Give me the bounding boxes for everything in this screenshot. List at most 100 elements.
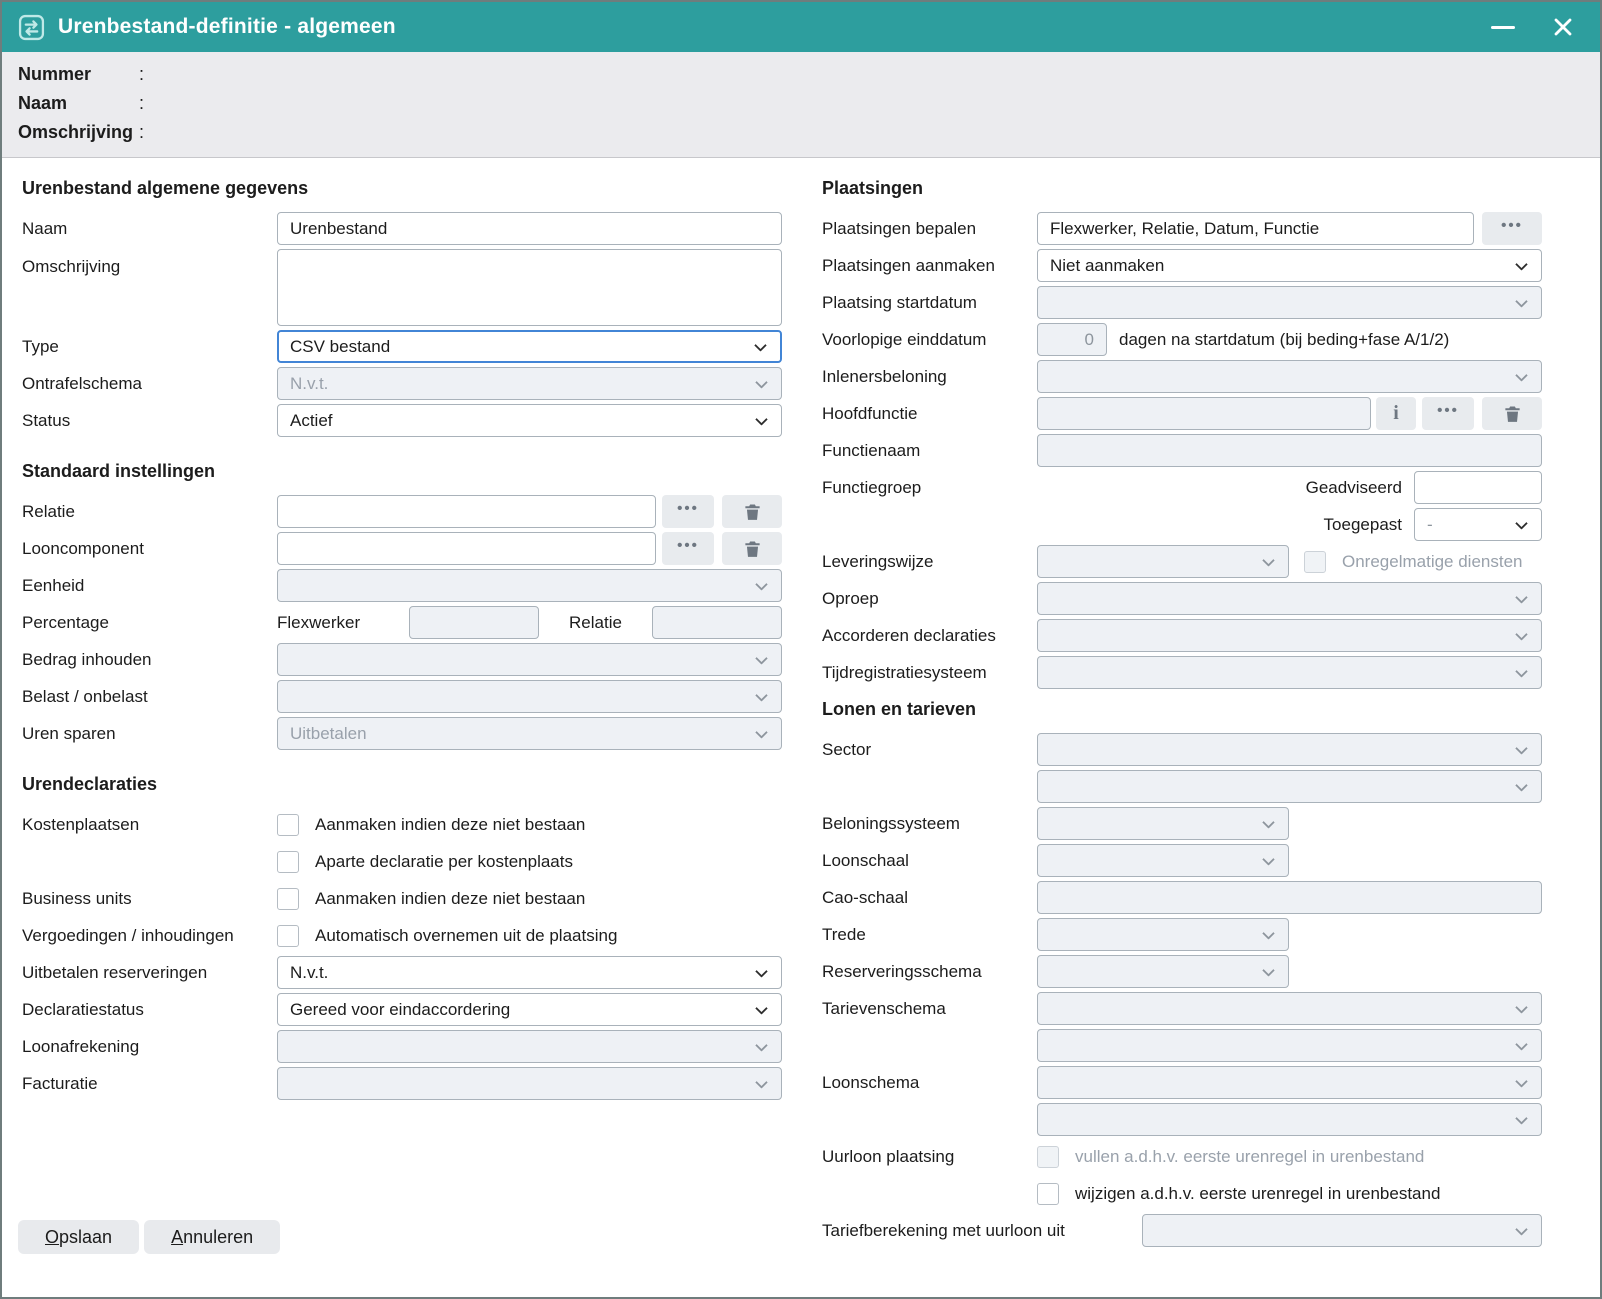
- vergoedingen-overnemen-checkbox[interactable]: [277, 925, 299, 947]
- reserveringsschema-label: Reserveringsschema: [822, 962, 1037, 982]
- close-icon: [1552, 16, 1574, 38]
- chevron-down-icon: [754, 339, 767, 352]
- ontrafelschema-select: N.v.t.: [277, 367, 782, 400]
- loonafrekening-select[interactable]: [277, 1030, 782, 1063]
- omschrijving-textarea[interactable]: [277, 249, 782, 326]
- chevron-down-icon: [1515, 628, 1528, 641]
- business-units-aanmaken-checkbox[interactable]: [277, 888, 299, 910]
- chevron-down-icon: [755, 652, 768, 665]
- looncomponent-input[interactable]: [277, 532, 656, 565]
- sector-label: Sector: [822, 740, 1037, 760]
- chevron-down-icon: [1515, 517, 1528, 530]
- relatie-input[interactable]: [277, 495, 656, 528]
- info-icon: i: [1393, 402, 1399, 425]
- omschrijving-label: Omschrijving: [22, 249, 277, 277]
- omschrijving-header-value: [153, 118, 1600, 147]
- percentage-flexwerker-input[interactable]: [409, 606, 539, 639]
- bedrag-inhouden-select[interactable]: [277, 643, 782, 676]
- plaatsing-startdatum-select[interactable]: [1037, 286, 1542, 319]
- leveringswijze-label: Leveringswijze: [822, 552, 1037, 572]
- tarievenschema-select-2[interactable]: [1037, 1029, 1542, 1062]
- aparte-declaratie-checkbox[interactable]: [277, 851, 299, 873]
- chevron-down-icon: [1515, 369, 1528, 382]
- trede-select[interactable]: [1037, 918, 1289, 951]
- hoofdfunctie-input[interactable]: [1037, 397, 1371, 430]
- loonschaal-select[interactable]: [1037, 844, 1289, 877]
- tijdregistratiesysteem-select[interactable]: [1037, 656, 1542, 689]
- oproep-select[interactable]: [1037, 582, 1542, 615]
- functiegroep-label: Functiegroep: [822, 478, 1037, 498]
- chevron-down-icon: [1515, 295, 1528, 308]
- looncomponent-browse-button[interactable]: •••: [662, 532, 714, 565]
- relatie-browse-button[interactable]: •••: [662, 495, 714, 528]
- beloningssysteem-select[interactable]: [1037, 807, 1289, 840]
- naam-header-label: Naam: [18, 89, 139, 118]
- tariefberekening-select[interactable]: [1142, 1214, 1542, 1247]
- hoofdfunctie-clear-button[interactable]: [1482, 397, 1542, 430]
- uurloon-vullen-checkbox: [1037, 1146, 1059, 1168]
- chevron-down-icon: [755, 689, 768, 702]
- plaatsingen-bepalen-label: Plaatsingen bepalen: [822, 219, 1037, 239]
- cao-schaal-input[interactable]: [1037, 881, 1542, 914]
- eenheid-label: Eenheid: [22, 576, 277, 596]
- uurloon-wijzigen-checkbox[interactable]: [1037, 1183, 1059, 1205]
- percentage-label: Percentage: [22, 613, 277, 633]
- declaratiestatus-label: Declaratiestatus: [22, 1000, 277, 1020]
- cancel-button[interactable]: Annuleren: [144, 1220, 280, 1254]
- facturatie-select[interactable]: [277, 1067, 782, 1100]
- relatie-clear-button[interactable]: [722, 495, 782, 528]
- reserveringsschema-select[interactable]: [1037, 955, 1289, 988]
- type-label: Type: [22, 337, 277, 357]
- type-select[interactable]: CSV bestand: [277, 330, 782, 363]
- close-button[interactable]: [1548, 12, 1578, 42]
- tarievenschema-label: Tarievenschema: [822, 999, 1037, 1019]
- minimize-button[interactable]: [1488, 12, 1518, 42]
- hoofdfunctie-info-button[interactable]: i: [1376, 397, 1416, 430]
- nummer-label: Nummer: [18, 60, 139, 89]
- loonschema-select-1[interactable]: [1037, 1066, 1542, 1099]
- leveringswijze-select[interactable]: [1037, 545, 1289, 578]
- business-units-label: Business units: [22, 889, 277, 909]
- chevron-down-icon: [1262, 927, 1275, 940]
- functienaam-input[interactable]: [1037, 434, 1542, 467]
- trash-icon: [1503, 404, 1522, 424]
- transfer-icon: [18, 14, 45, 41]
- window-title: Urenbestand-definitie - algemeen: [58, 15, 396, 39]
- plaatsingen-bepalen-browse-button[interactable]: •••: [1482, 212, 1542, 245]
- chevron-down-icon: [1515, 779, 1528, 792]
- status-select[interactable]: Actief: [277, 404, 782, 437]
- ontrafelschema-label: Ontrafelschema: [22, 374, 277, 394]
- loonschema-select-2[interactable]: [1037, 1103, 1542, 1136]
- accorderen-declaraties-select[interactable]: [1037, 619, 1542, 652]
- chevron-down-icon: [1515, 1001, 1528, 1014]
- titlebar: Urenbestand-definitie - algemeen: [2, 2, 1600, 52]
- plaatsingen-bepalen-input[interactable]: Flexwerker, Relatie, Datum, Functie: [1037, 212, 1474, 245]
- bedrag-inhouden-label: Bedrag inhouden: [22, 650, 277, 670]
- functiegroep-toegepast-select[interactable]: -: [1414, 508, 1542, 541]
- functienaam-label: Functienaam: [822, 441, 1037, 461]
- percentage-relatie-input[interactable]: [652, 606, 782, 639]
- uurloon-wijzigen-checkbox-label: wijzigen a.d.h.v. eerste urenregel in ur…: [1075, 1184, 1440, 1204]
- omschrijving-header-label: Omschrijving: [18, 118, 139, 147]
- naam-input[interactable]: Urenbestand: [277, 212, 782, 245]
- tarievenschema-select-1[interactable]: [1037, 992, 1542, 1025]
- belast-onbelast-select[interactable]: [277, 680, 782, 713]
- trash-icon: [743, 539, 762, 559]
- trede-label: Trede: [822, 925, 1037, 945]
- hoofdfunctie-browse-button[interactable]: •••: [1422, 397, 1474, 430]
- looncomponent-clear-button[interactable]: [722, 532, 782, 565]
- chevron-down-icon: [1262, 816, 1275, 829]
- save-button[interactable]: Opslaan: [18, 1220, 139, 1254]
- uitbetalen-reserveringen-select[interactable]: N.v.t.: [277, 956, 782, 989]
- sector-select-1[interactable]: [1037, 733, 1542, 766]
- chevron-down-icon: [755, 1002, 768, 1015]
- vergoedingen-label: Vergoedingen / inhoudingen: [22, 926, 277, 946]
- beloningssysteem-label: Beloningssysteem: [822, 814, 1037, 834]
- declaratiestatus-select[interactable]: Gereed voor eindaccordering: [277, 993, 782, 1026]
- eenheid-select[interactable]: [277, 569, 782, 602]
- kostenplaatsen-aanmaken-checkbox[interactable]: [277, 814, 299, 836]
- plaatsingen-aanmaken-select[interactable]: Niet aanmaken: [1037, 249, 1542, 282]
- sector-select-2[interactable]: [1037, 770, 1542, 803]
- inlenersbeloning-select[interactable]: [1037, 360, 1542, 393]
- uurloon-plaatsing-label: Uurloon plaatsing: [822, 1147, 1037, 1167]
